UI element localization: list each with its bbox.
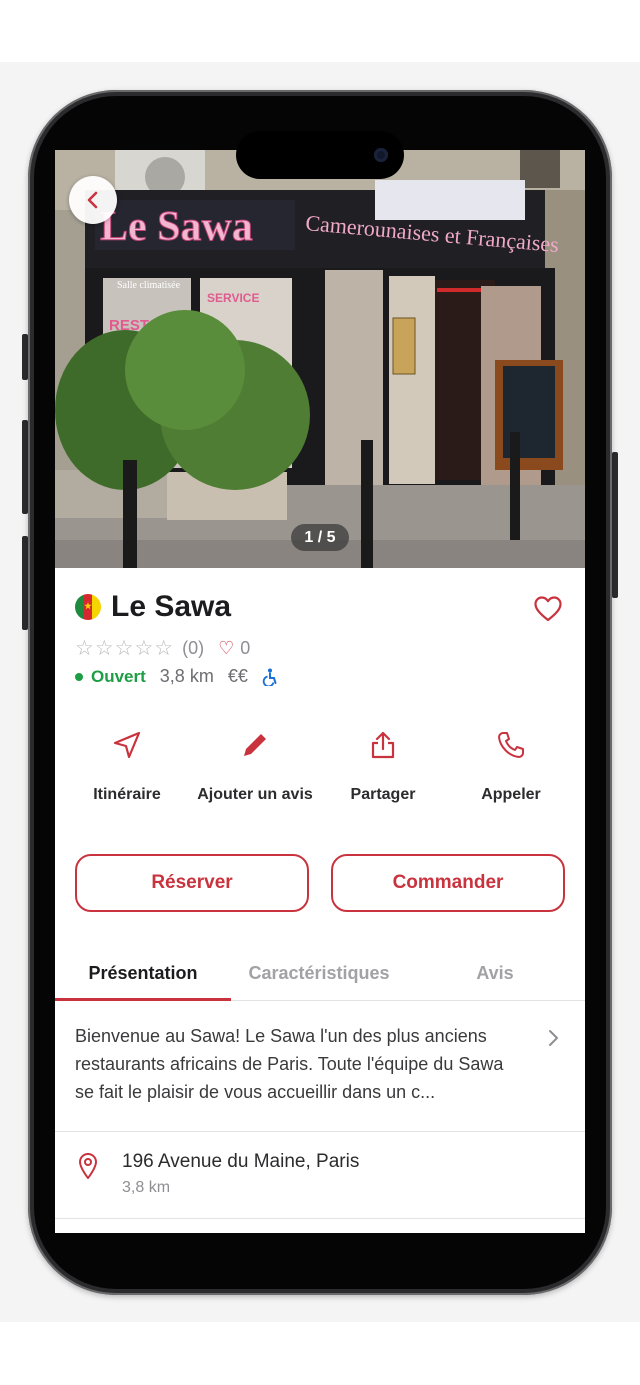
directions-label: Itinéraire bbox=[93, 786, 161, 803]
heart-outline-icon: ♡ bbox=[218, 638, 235, 658]
open-status-dot bbox=[75, 672, 83, 681]
status-row: Ouvert 3,8 km €€ bbox=[75, 666, 278, 687]
share-icon bbox=[371, 731, 395, 759]
window-text-1: Salle climatisée bbox=[117, 280, 181, 291]
favorite-heart-icon[interactable] bbox=[533, 594, 563, 624]
section-divider bbox=[55, 1131, 585, 1132]
rating-row: ☆☆☆☆☆ (0) ♡ 0 bbox=[75, 636, 250, 661]
add-review-action[interactable]: Ajouter un avis bbox=[191, 724, 319, 804]
likes-value: 0 bbox=[240, 638, 251, 658]
photo-counter: 1 / 5 bbox=[291, 524, 349, 551]
sign-text: Le Sawa bbox=[100, 204, 253, 250]
description-text[interactable]: Bienvenue au Sawa! Le Sawa l'un des plus… bbox=[75, 1022, 525, 1106]
phone-icon bbox=[498, 732, 524, 758]
restaurant-name: Le Sawa bbox=[111, 590, 232, 623]
tab-presentation[interactable]: Présentation bbox=[55, 946, 231, 1001]
address-line[interactable]: 196 Avenue du Maine, Paris bbox=[122, 1151, 359, 1173]
restaurant-photo[interactable]: Le Sawa Camerounaises et Françaises Sall… bbox=[55, 150, 585, 568]
order-button[interactable]: Commander bbox=[331, 854, 565, 912]
phone-power-button bbox=[612, 452, 618, 598]
app-screen: Le Sawa Camerounaises et Françaises Sall… bbox=[55, 150, 585, 1233]
chevron-right-icon[interactable] bbox=[545, 1028, 561, 1048]
rating-stars: ☆☆☆☆☆ bbox=[75, 637, 175, 660]
rating-count: (0) bbox=[182, 638, 205, 658]
add-review-label: Ajouter un avis bbox=[197, 786, 313, 803]
share-action[interactable]: Partager bbox=[319, 724, 447, 804]
reserve-button[interactable]: Réserver bbox=[75, 854, 309, 912]
front-camera bbox=[374, 148, 388, 162]
back-button[interactable] bbox=[69, 176, 117, 224]
address-distance: 3,8 km bbox=[122, 1179, 171, 1196]
price-level: €€ bbox=[227, 666, 248, 686]
cameroon-flag-icon bbox=[75, 594, 101, 620]
window-text-3: SERVICE bbox=[207, 291, 259, 305]
share-label: Partager bbox=[350, 786, 416, 803]
section-divider bbox=[55, 1218, 585, 1219]
wheelchair-icon bbox=[262, 668, 277, 686]
tab-reviews[interactable]: Avis bbox=[407, 946, 583, 1000]
tab-bar: Présentation Caractéristiques Avis bbox=[55, 946, 585, 1001]
chevron-left-icon bbox=[87, 191, 98, 209]
call-label: Appeler bbox=[481, 786, 541, 803]
storefront-illustration: Le Sawa Camerounaises et Françaises Sall… bbox=[55, 150, 585, 568]
likes-count: ♡ 0 bbox=[218, 638, 250, 659]
open-status: Ouvert bbox=[91, 666, 146, 686]
title-row: Le Sawa bbox=[75, 590, 231, 624]
cta-row: Réserver Commander bbox=[75, 854, 565, 912]
location-pin-icon bbox=[79, 1153, 97, 1179]
call-action[interactable]: Appeler bbox=[447, 724, 575, 804]
quick-actions: Itinéraire Ajouter un avis Partager Appe… bbox=[63, 724, 577, 804]
navigation-icon bbox=[113, 731, 141, 759]
dynamic-island bbox=[236, 131, 404, 179]
tab-characteristics[interactable]: Caractéristiques bbox=[231, 946, 407, 1000]
pencil-icon bbox=[244, 734, 266, 756]
distance: 3,8 km bbox=[159, 666, 214, 686]
directions-action[interactable]: Itinéraire bbox=[63, 724, 191, 804]
